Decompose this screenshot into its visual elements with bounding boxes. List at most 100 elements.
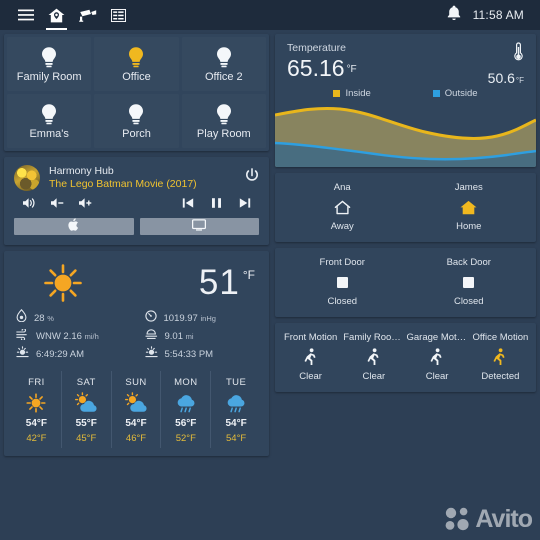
motion-sensor-icon: [430, 348, 444, 366]
logbook-icon[interactable]: [103, 0, 134, 30]
sunny-icon: [36, 261, 90, 305]
thermometer-icon: [488, 42, 524, 62]
lights-card: Family Room Office Office 2 Emma's Porch…: [4, 34, 269, 151]
weather-temperature-value: 51: [198, 263, 240, 302]
light-tile-label: Office 2: [204, 70, 243, 83]
person-james[interactable]: James Home: [406, 182, 533, 232]
weather-visibility-row: 9.01 mi: [144, 329, 258, 343]
volume-high-icon[interactable]: [22, 197, 36, 209]
sensor-office-motion[interactable]: Office Motion Detected: [469, 332, 532, 382]
weather-sunset-value: 5:54:33 PM: [164, 348, 214, 360]
motion-card: Front Motion Clear Family Room... Clear …: [275, 323, 536, 392]
lightbulb-icon: [214, 103, 234, 125]
forecast-low: 46°F: [125, 433, 147, 444]
camera-icon[interactable]: [72, 0, 103, 30]
weather-details-left: 28 % WNW 2.16 mi/h 6:49:29 AM: [16, 308, 137, 363]
dashboard-columns: Family Room Office Office 2 Emma's Porch…: [0, 30, 540, 540]
power-icon[interactable]: [245, 168, 259, 188]
weather-current: 51 °F: [4, 259, 269, 311]
motion-name: Family Room...: [343, 332, 406, 343]
sensor-front-door[interactable]: Front Door Closed: [279, 257, 406, 307]
light-tile-label: Emma's: [29, 127, 69, 140]
nav-icon-group: [10, 0, 134, 30]
motion-state: Clear: [299, 371, 322, 382]
door-name: Front Door: [319, 257, 365, 268]
forecast-low: 54°F: [226, 433, 247, 444]
person-name: Ana: [333, 182, 351, 193]
volume-controls: [22, 197, 92, 209]
sensor-garage-motion[interactable]: Garage Motion Clear: [406, 332, 469, 382]
chart-primary-number: 65.16: [287, 55, 345, 81]
tv-source-button[interactable]: [139, 218, 259, 235]
light-tile-label: Office: [122, 70, 151, 83]
light-tile-office-2[interactable]: Office 2: [181, 37, 266, 91]
forecast-day-name: FRI: [28, 377, 45, 388]
pause-icon[interactable]: [211, 197, 222, 209]
weather-pressure-row: 1019.97 inHg: [144, 309, 258, 327]
weather-humidity-row: 28 %: [16, 308, 137, 325]
top-bar-right: 11:58 AM: [447, 5, 530, 25]
person-ana[interactable]: Ana Away: [279, 182, 406, 232]
forecast-day-name: SAT: [76, 377, 96, 388]
light-tile-play-room[interactable]: Play Room: [181, 94, 266, 148]
motion-sensor-icon: [493, 348, 507, 366]
motion-name: Front Motion: [283, 332, 338, 343]
media-player-card: Harmony Hub The Lego Batman Movie (2017): [4, 157, 269, 245]
forecast-low: 52°F: [175, 433, 196, 444]
legend-swatch-outside: [432, 90, 440, 97]
door-closed-icon: [336, 273, 348, 291]
lightbulb-icon: [39, 103, 59, 125]
clock: 11:58 AM: [472, 8, 524, 22]
avito-logo-icon: [446, 507, 470, 531]
volume-up-icon[interactable]: [78, 197, 92, 209]
forecast-day: FRI 54°F 42°F: [12, 371, 62, 448]
motion-state: Detected: [481, 371, 520, 382]
skip-next-icon[interactable]: [239, 197, 251, 209]
light-tile-emmas[interactable]: Emma's: [7, 94, 92, 148]
volume-down-icon[interactable]: [50, 197, 64, 209]
chart-secondary-number: 50.6: [487, 70, 515, 86]
avito-watermark: Avito: [445, 506, 533, 532]
legend-item-outside[interactable]: Outside: [432, 88, 478, 99]
sensor-front-motion[interactable]: Front Motion Clear: [279, 332, 342, 382]
top-bar: 11:58 AM: [0, 0, 540, 30]
weather-sunset-row: 5:54:33 PM: [144, 345, 258, 363]
sensor-back-door[interactable]: Back Door Closed: [406, 257, 533, 307]
rainy-icon: [175, 392, 197, 414]
legend-item-inside[interactable]: Inside: [333, 88, 371, 99]
light-tile-label: Play Room: [196, 127, 251, 140]
doors-card: Front Door Closed Back Door Closed: [275, 248, 536, 317]
motion-sensor-icon: [367, 348, 381, 366]
partly-cloudy-icon: [74, 392, 98, 414]
lightbulb-icon: [126, 103, 146, 125]
temperature-area-chart: [275, 106, 536, 167]
gauge-icon: [144, 309, 157, 327]
skip-previous-icon[interactable]: [182, 197, 194, 209]
weather-sunrise-value: 6:49:29 AM: [36, 348, 85, 360]
legend-label-inside: Inside: [345, 88, 371, 99]
motion-state: Clear: [425, 371, 449, 382]
motion-state: Clear: [362, 371, 386, 382]
person-name: James: [454, 182, 483, 193]
forecast-day: TUE 54°F 54°F: [211, 371, 261, 448]
media-header: Harmony Hub The Lego Batman Movie (2017): [14, 165, 259, 191]
sensor-family-room-motion[interactable]: Family Room... Clear: [342, 332, 405, 382]
weather-sunrise-row: 6:49:29 AM: [16, 345, 137, 363]
light-tile-family-room[interactable]: Family Room: [7, 37, 92, 91]
bell-icon[interactable]: [447, 5, 461, 25]
apple-tv-source-button[interactable]: [14, 217, 134, 236]
menu-icon[interactable]: [10, 0, 41, 30]
forecast-day-name: SUN: [125, 377, 147, 388]
person-state: Home: [456, 221, 482, 232]
home-assistant-dashboard: 11:58 AM Family Room Office Office 2 Emm…: [0, 0, 540, 540]
light-tile-porch[interactable]: Porch: [94, 94, 179, 148]
door-name: Back Door: [446, 257, 491, 268]
light-tile-office[interactable]: Office: [94, 37, 179, 91]
apple-icon: [68, 217, 79, 236]
home-icon[interactable]: [41, 0, 72, 30]
forecast-day-name: MON: [174, 377, 198, 388]
legend-swatch-inside: [333, 90, 341, 97]
sunrise-icon: [16, 345, 29, 363]
partly-cloudy-icon: [124, 392, 148, 414]
sunset-icon: [144, 345, 158, 363]
